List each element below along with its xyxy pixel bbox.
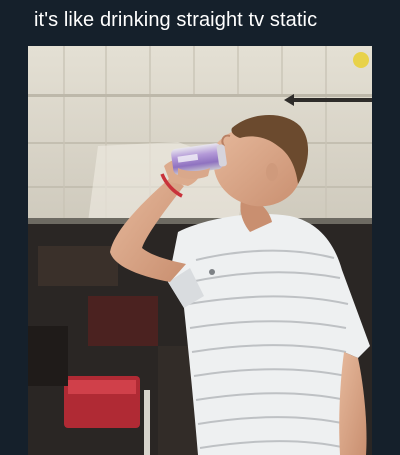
photo-illustration xyxy=(28,46,372,455)
meme-photo xyxy=(28,46,372,455)
meme-post: it's like drinking straight tv static xyxy=(0,0,400,455)
garage-door xyxy=(28,46,372,224)
meme-caption: it's like drinking straight tv static xyxy=(34,9,318,31)
